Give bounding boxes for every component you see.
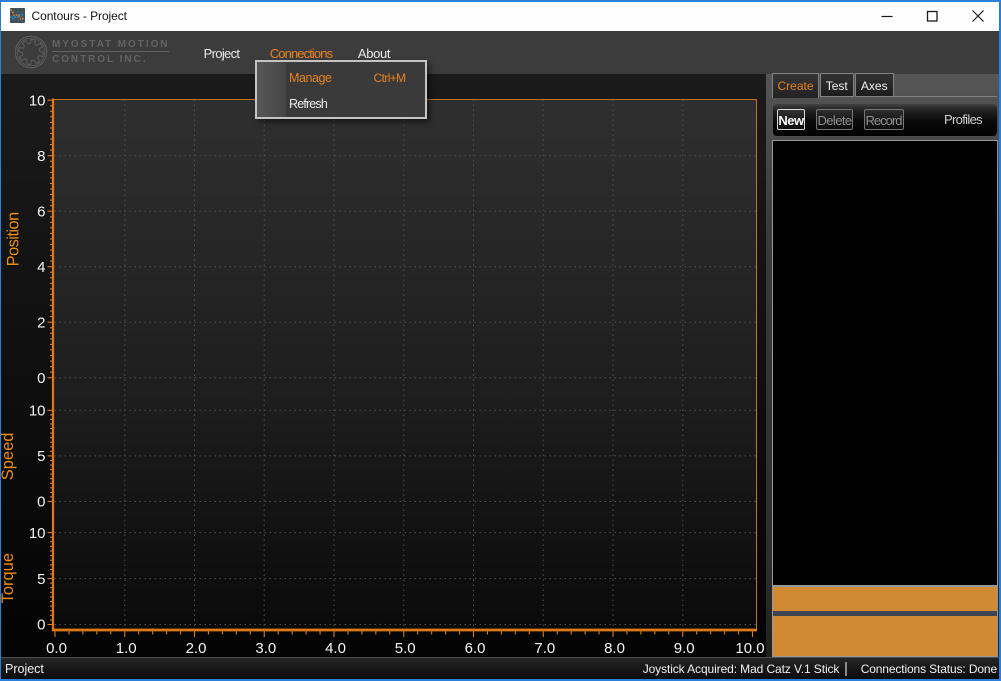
svg-text:5.0: 5.0 bbox=[395, 640, 416, 657]
svg-text:10.0: 10.0 bbox=[735, 640, 764, 657]
svg-text:6.0: 6.0 bbox=[465, 640, 486, 657]
svg-text:1.0: 1.0 bbox=[116, 640, 137, 657]
svg-text:3.0: 3.0 bbox=[255, 640, 276, 657]
svg-text:4: 4 bbox=[37, 259, 45, 276]
svg-text:7.0: 7.0 bbox=[534, 640, 555, 657]
svg-text:8: 8 bbox=[37, 148, 45, 165]
svg-text:10: 10 bbox=[29, 403, 46, 420]
svg-text:2: 2 bbox=[37, 314, 45, 331]
svg-text:10: 10 bbox=[29, 525, 46, 542]
svg-text:5: 5 bbox=[37, 448, 45, 465]
svg-text:0.0: 0.0 bbox=[46, 640, 67, 657]
svg-text:4.0: 4.0 bbox=[325, 640, 346, 657]
svg-text:9.0: 9.0 bbox=[674, 640, 695, 657]
svg-text:0: 0 bbox=[37, 370, 45, 387]
svg-text:0: 0 bbox=[37, 617, 45, 634]
svg-text:8.0: 8.0 bbox=[604, 640, 625, 657]
svg-text:0: 0 bbox=[37, 494, 45, 511]
svg-text:2.0: 2.0 bbox=[186, 640, 207, 657]
svg-text:6: 6 bbox=[37, 203, 45, 220]
svg-text:Speed: Speed bbox=[0, 433, 17, 481]
svg-text:Torque: Torque bbox=[0, 553, 17, 603]
svg-text:Position: Position bbox=[5, 212, 23, 266]
svg-text:10: 10 bbox=[29, 92, 46, 109]
svg-text:5: 5 bbox=[37, 571, 45, 588]
